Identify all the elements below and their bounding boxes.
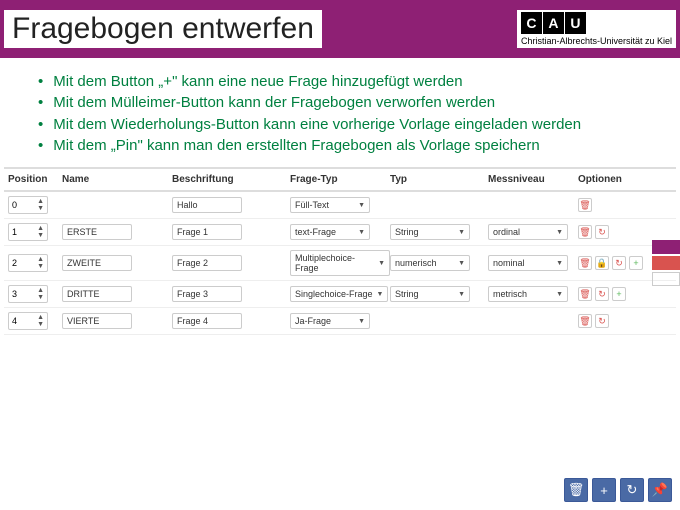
question-type-select[interactable]: text-Frage▼ <box>290 224 370 240</box>
bullet-item: •Mit dem Mülleimer-Button kann der Frage… <box>38 93 660 113</box>
trash-icon[interactable]: 🗑 <box>578 314 592 328</box>
question-type-select[interactable]: Füll-Text▼ <box>290 197 370 213</box>
table-row: 2▲▼ ZWEITE Frage 2 Multiplechoice-Frage▼num… <box>4 246 676 281</box>
position-stepper[interactable]: 3▲▼ <box>8 285 48 303</box>
side-tab-red[interactable] <box>652 256 680 270</box>
name-input[interactable]: VIERTE <box>62 313 132 329</box>
col-beschriftung: Beschriftung <box>172 174 290 185</box>
table-row: 3▲▼ DRITTE Frage 3 Singlechoice-Frage▼Strin… <box>4 281 676 308</box>
col-messniveau: Messniveau <box>488 174 578 185</box>
table-row: 0▲▼ Hallo Füll-Text▼ 🗑 <box>4 192 676 219</box>
trash-icon[interactable]: 🗑 <box>578 225 592 239</box>
logo-a: A <box>543 12 565 34</box>
plus-icon[interactable]: + <box>629 256 643 270</box>
data-type-select[interactable]: String▼ <box>390 286 470 302</box>
reload-button[interactable]: ↻ <box>620 478 644 502</box>
col-position: Position <box>4 174 62 185</box>
table-row: 4▲▼ VIERTE Frage 4 Ja-Frage▼ 🗑↻ <box>4 308 676 335</box>
bottom-toolbar: 🗑 + ↻ 📌 <box>564 478 672 502</box>
add-button[interactable]: + <box>592 478 616 502</box>
label-input[interactable]: Frage 1 <box>172 224 242 240</box>
refresh-icon[interactable]: ↻ <box>595 287 609 301</box>
bullet-item: •Mit dem „Pin" kann man den erstellten F… <box>38 136 660 156</box>
label-input[interactable]: Hallo <box>172 197 242 213</box>
logo-subtitle: Christian-Albrechts-Universität zu Kiel <box>521 36 672 46</box>
position-stepper[interactable]: 0▲▼ <box>8 196 48 214</box>
trash-icon[interactable]: 🗑 <box>578 287 592 301</box>
trash-icon[interactable]: 🗑 <box>578 256 592 270</box>
scale-select[interactable]: nominal▼ <box>488 255 568 271</box>
data-type-select[interactable]: String▼ <box>390 224 470 240</box>
trash-icon[interactable]: 🗑 <box>578 198 592 212</box>
bullet-list: •Mit dem Button „+" kann eine neue Frage… <box>0 58 680 167</box>
position-stepper[interactable]: 2▲▼ <box>8 254 48 272</box>
side-tab-outline[interactable] <box>652 272 680 286</box>
name-input[interactable]: DRITTE <box>62 286 132 302</box>
bullet-item: •Mit dem Wiederholungs-Button kann eine … <box>38 115 660 135</box>
bullet-item: •Mit dem Button „+" kann eine neue Frage… <box>38 72 660 92</box>
question-type-select[interactable]: Ja-Frage▼ <box>290 313 370 329</box>
table-header: Position Name Beschriftung Frage-Typ Typ… <box>4 167 676 192</box>
name-input[interactable]: ERSTE <box>62 224 132 240</box>
col-name: Name <box>62 174 172 185</box>
lock-icon[interactable]: 🔒 <box>595 256 609 270</box>
trash-button[interactable]: 🗑 <box>564 478 588 502</box>
university-logo: C A U Christian-Albrechts-Universität zu… <box>517 10 676 48</box>
slide-header: Fragebogen entwerfen C A U Christian-Alb… <box>0 0 680 58</box>
position-stepper[interactable]: 4▲▼ <box>8 312 48 330</box>
refresh-icon[interactable]: ↻ <box>595 314 609 328</box>
position-stepper[interactable]: 1▲▼ <box>8 223 48 241</box>
name-input[interactable]: ZWEITE <box>62 255 132 271</box>
questions-table: Position Name Beschriftung Frage-Typ Typ… <box>0 167 680 335</box>
refresh-icon[interactable]: ↻ <box>612 256 626 270</box>
refresh-icon[interactable]: ↻ <box>595 225 609 239</box>
data-type-select[interactable]: numerisch▼ <box>390 255 470 271</box>
label-input[interactable]: Frage 3 <box>172 286 242 302</box>
scale-select[interactable]: metrisch▼ <box>488 286 568 302</box>
logo-c: C <box>521 12 543 34</box>
logo-u: U <box>565 12 587 34</box>
col-optionen: Optionen <box>578 174 668 185</box>
col-fragetyp: Frage-Typ <box>290 174 390 185</box>
side-tab-purple[interactable] <box>652 240 680 254</box>
side-tabs <box>652 240 680 288</box>
label-input[interactable]: Frage 2 <box>172 255 242 271</box>
question-type-select[interactable]: Multiplechoice-Frage▼ <box>290 250 390 276</box>
pin-button[interactable]: 📌 <box>648 478 672 502</box>
scale-select[interactable]: ordinal▼ <box>488 224 568 240</box>
table-row: 1▲▼ ERSTE Frage 1 text-Frage▼ String▼ ordinal… <box>4 219 676 246</box>
col-typ: Typ <box>390 174 488 185</box>
label-input[interactable]: Frage 4 <box>172 313 242 329</box>
question-type-select[interactable]: Singlechoice-Frage▼ <box>290 286 388 302</box>
page-title: Fragebogen entwerfen <box>4 10 322 48</box>
plus-icon[interactable]: + <box>612 287 626 301</box>
